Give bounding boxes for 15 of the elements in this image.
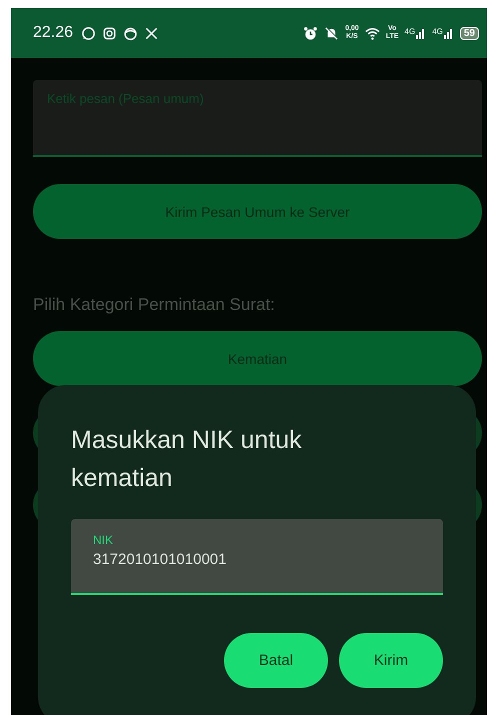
chat-bubble-icon — [81, 26, 96, 40]
signal-indicator: 4G — [432, 27, 454, 39]
battery-indicator: 59 — [460, 26, 479, 40]
signal-indicator: 4G — [404, 27, 426, 39]
muted-bell-icon — [324, 26, 340, 40]
nik-field[interactable]: NIK 3172010101010001 — [71, 519, 443, 595]
camera-icon — [102, 26, 118, 40]
alarm-icon — [303, 26, 318, 40]
x-logo-icon — [144, 26, 160, 40]
wifi-icon — [364, 26, 380, 40]
dialog-title: Masukkan NIK untuk kematian — [71, 425, 303, 494]
submit-button[interactable]: Kirim — [339, 633, 443, 688]
cancel-button[interactable]: Batal — [224, 633, 328, 688]
section-heading: Pilih Kategori Permintaan Surat: — [33, 295, 276, 315]
clock-time: 22.26 — [33, 24, 74, 42]
